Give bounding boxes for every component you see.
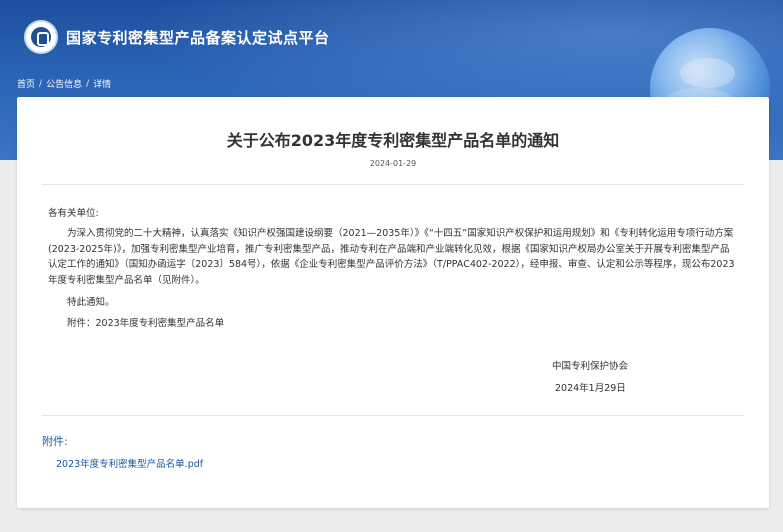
breadcrumb-separator: / [86, 78, 90, 89]
site-brand[interactable]: 国家专利密集型产品备案认定试点平台 [24, 20, 330, 54]
attachments-heading: 附件: [42, 435, 68, 448]
article-paragraph: 为深入贯彻党的二十大精神，认真落实《知识产权强国建设纲要（2021—2035年）… [48, 228, 735, 286]
salutation: 各有关单位: [48, 208, 99, 219]
article-card: 关于公布2023年度专利密集型产品名单的通知 2024-01-29 各有关单位:… [17, 97, 769, 508]
platform-logo-icon [24, 20, 58, 54]
breadcrumb-home[interactable]: 首页 [17, 77, 35, 90]
attachment-note: 附件：2023年度专利密集型产品名单 [67, 318, 225, 329]
divider [42, 184, 744, 185]
breadcrumb-separator: / [39, 78, 43, 89]
breadcrumb-notices[interactable]: 公告信息 [46, 77, 82, 90]
signature-date: 2024年1月29日 [555, 383, 626, 394]
breadcrumb-current: 详情 [93, 80, 112, 90]
article-title: 关于公布2023年度专利密集型产品名单的通知 [226, 131, 560, 150]
article-date: 2024-01-29 [369, 159, 417, 168]
attachment-file-link[interactable]: 2023年度专利密集型产品名单.pdf [56, 456, 203, 470]
breadcrumb: 首页 / 公告信息 / 详情 [17, 77, 112, 91]
issuing-organization: 中国专利保护协会 [552, 361, 629, 372]
site-title: 国家专利密集型产品备案认定试点平台 [66, 28, 330, 47]
divider [42, 415, 744, 416]
closing-text: 特此通知。 [67, 297, 115, 308]
logo-emblem [31, 27, 51, 47]
